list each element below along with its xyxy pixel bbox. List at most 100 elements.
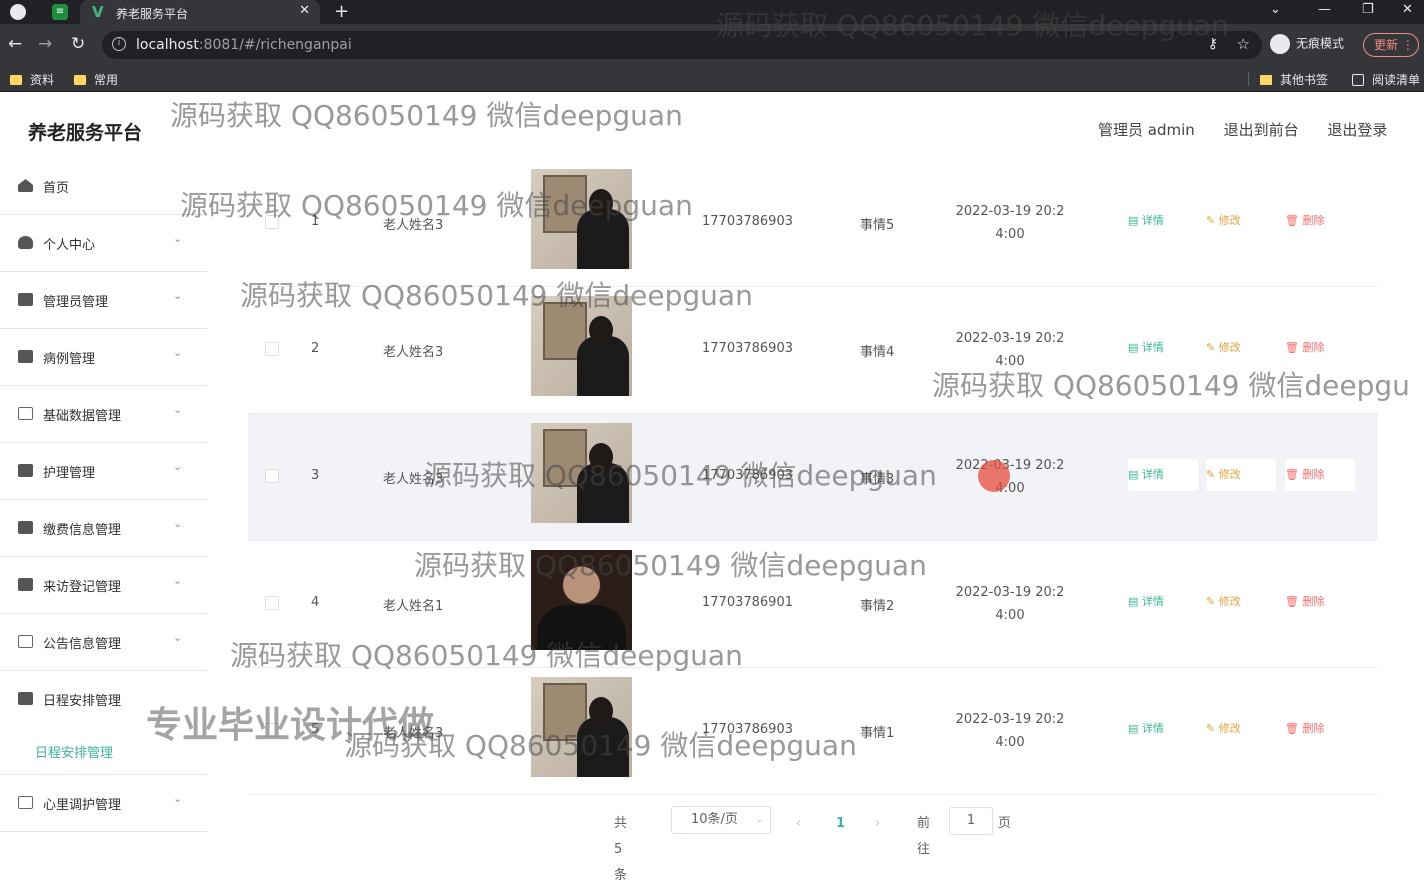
folder-icon	[74, 75, 86, 85]
reading-list[interactable]: 阅读清单	[1352, 71, 1420, 88]
sidebar-subitem-label: 日程安排管理	[35, 746, 114, 761]
edit-button[interactable]: ✎ 修改	[1206, 205, 1276, 237]
edit-button[interactable]: ✎ 修改	[1206, 332, 1276, 364]
row-checkbox[interactable]	[265, 596, 279, 610]
bookmark-other[interactable]: 其他书签	[1260, 71, 1328, 88]
browser-tab-bar: ≡ V 养老服务平台 ✕ + ⌄ — ❐ ✕	[0, 0, 1424, 24]
folder-icon	[1260, 75, 1272, 85]
elder-photo[interactable]	[531, 169, 632, 269]
row-checkbox[interactable]	[265, 469, 279, 483]
table-row: 4 老人姓名1 17703786901 事情2 2022-03-19 20:2 4…	[248, 541, 1378, 668]
reload-icon[interactable]: ↻	[71, 34, 85, 54]
sidebar-item-psych-care[interactable]: 心里调护管理 ⌄	[0, 775, 207, 832]
tab-close-icon[interactable]: ✕	[299, 3, 310, 18]
trend-icon	[18, 578, 33, 591]
bookmarks-bar: 资料 常用 其他书签 阅读清单	[0, 66, 1424, 92]
next-page-button[interactable]: ›	[875, 811, 880, 837]
browser-toolbar: ← → ↻ i localhost:8081/#/richenganpai ⚷ …	[0, 24, 1424, 66]
event-text: 事情4	[860, 345, 895, 360]
row-index: 4	[311, 595, 320, 610]
chart-bar-icon	[18, 521, 33, 534]
chevron-down-icon: ⌄	[173, 232, 183, 245]
phone-number: 17703786903	[702, 214, 793, 229]
forward-icon[interactable]: →	[38, 34, 52, 54]
table-row: 3 老人姓名3 17703786903 事情3 2022-03-19 20:2 4…	[248, 414, 1378, 541]
header-links: 管理员 admin 退出到前台 退出登录	[1074, 119, 1387, 140]
sidebar-item-personal-center[interactable]: 个人中心 ⌄	[0, 215, 207, 272]
elder-photo[interactable]	[531, 550, 632, 650]
address-bar[interactable]: i localhost:8081/#/richenganpai ⚷ ☆	[102, 31, 1262, 59]
cursor-highlight	[978, 460, 1010, 492]
sheets-tab-icon[interactable]: ≡	[52, 4, 68, 20]
elder-photo[interactable]	[531, 677, 632, 777]
user-icon	[18, 236, 33, 249]
edit-button[interactable]: ✎ 修改	[1206, 713, 1276, 745]
detail-button[interactable]: ▤ 详情	[1128, 459, 1198, 491]
home-icon	[18, 179, 33, 192]
prev-page-button[interactable]: ‹	[796, 811, 801, 837]
incognito-icon	[1270, 34, 1290, 54]
chevron-down-icon: ⌄	[173, 346, 183, 359]
page-size-select[interactable]: 10条/页 ⌄	[671, 806, 771, 834]
sidebar-item-label: 基础数据管理	[43, 409, 122, 424]
sidebar-item-nursing[interactable]: 护理管理 ⌄	[0, 443, 207, 500]
edit-button[interactable]: ✎ 修改	[1206, 586, 1276, 618]
bookmark-folder-changyong[interactable]: 常用	[74, 71, 118, 88]
sidebar-item-payment[interactable]: 缴费信息管理 ⌄	[0, 500, 207, 557]
detail-button[interactable]: ▤ 详情	[1128, 332, 1198, 364]
row-index: 2	[311, 341, 320, 356]
sidebar-item-label: 首页	[43, 181, 70, 196]
incognito-indicator[interactable]: 无痕模式	[1270, 34, 1344, 54]
page-number-current[interactable]: 1	[836, 811, 845, 837]
sidebar-item-case-management[interactable]: 病例管理 ⌄	[0, 329, 207, 386]
table-row: 2 老人姓名3 17703786903 事情4 2022-03-19 20:2 4…	[248, 287, 1378, 414]
delete-button[interactable]: 🗑 删除	[1285, 205, 1355, 237]
sidebar-item-visitor[interactable]: 来访登记管理 ⌄	[0, 557, 207, 614]
elder-photo[interactable]	[531, 296, 632, 396]
chevron-down-icon: ⌄	[173, 460, 183, 473]
detail-button[interactable]: ▤ 详情	[1128, 205, 1198, 237]
sidebar-item-notice[interactable]: 公告信息管理 ⌄	[0, 614, 207, 671]
chevron-down-icon: ⌄	[173, 631, 183, 644]
maximize-icon[interactable]: ❐	[1362, 2, 1374, 17]
bookmark-folder-ziliao[interactable]: 资料	[10, 71, 54, 88]
edit-button[interactable]: ✎ 修改	[1206, 459, 1276, 491]
new-tab-icon[interactable]: +	[334, 1, 349, 22]
elder-photo[interactable]	[531, 423, 632, 523]
delete-button[interactable]: 🗑 删除	[1285, 459, 1355, 491]
tab-search-icon[interactable]: ⌄	[1270, 2, 1281, 17]
phone-number: 17703786901	[702, 595, 793, 610]
sidebar-item-admin-management[interactable]: 管理员管理 ⌄	[0, 272, 207, 329]
update-button[interactable]: 更新 ⋮	[1363, 33, 1419, 57]
event-text: 事情1	[860, 726, 895, 741]
sidebar-item-label: 管理员管理	[43, 295, 109, 310]
back-to-front-link[interactable]: 退出到前台	[1224, 121, 1299, 139]
url-text[interactable]: localhost:8081/#/richenganpai	[136, 37, 352, 53]
phone-number: 17703786903	[702, 341, 793, 356]
sidebar-item-home[interactable]: 首页	[0, 158, 207, 215]
goto-page-input[interactable]: 1	[949, 807, 993, 835]
event-text: 事情3	[860, 472, 895, 487]
delete-button[interactable]: 🗑 删除	[1285, 586, 1355, 618]
site-info-icon[interactable]: i	[112, 37, 126, 51]
vue-favicon-icon: V	[92, 3, 104, 21]
minimize-icon[interactable]: —	[1318, 2, 1331, 17]
row-checkbox[interactable]	[265, 215, 279, 229]
close-window-icon[interactable]: ✕	[1402, 2, 1413, 17]
row-checkbox[interactable]	[265, 342, 279, 356]
sidebar-item-basic-data[interactable]: 基础数据管理 ⌄	[0, 386, 207, 443]
back-icon[interactable]: ←	[8, 34, 22, 54]
logout-link[interactable]: 退出登录	[1327, 121, 1387, 139]
browser-tab-active[interactable]: V 养老服务平台 ✕	[80, 0, 320, 24]
elder-name: 老人姓名3	[383, 472, 444, 487]
detail-button[interactable]: ▤ 详情	[1128, 713, 1198, 745]
sidebar-item-label: 护理管理	[43, 466, 96, 481]
bookmark-star-icon[interactable]: ☆	[1237, 35, 1250, 53]
delete-button[interactable]: 🗑 删除	[1285, 332, 1355, 364]
detail-button[interactable]: ▤ 详情	[1128, 586, 1198, 618]
schedule-time: 2022-03-19 20:2 4:00	[955, 585, 1065, 623]
key-icon[interactable]: ⚷	[1208, 36, 1218, 52]
delete-button[interactable]: 🗑 删除	[1285, 713, 1355, 745]
browser-app-icon[interactable]	[10, 4, 26, 20]
folder-icon	[10, 75, 22, 85]
